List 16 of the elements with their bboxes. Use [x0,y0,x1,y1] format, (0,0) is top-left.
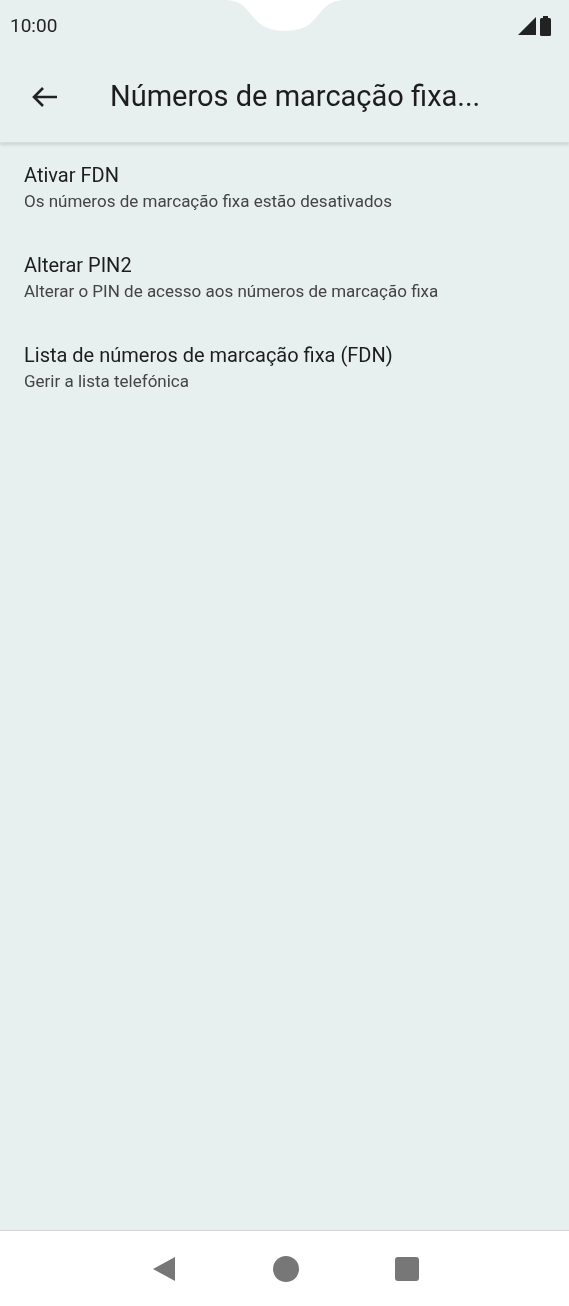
screen-title: Números de marcação fixa... [110,78,481,116]
item-summary: Gerir a lista telefónica [24,370,190,393]
settings-item[interactable]: Ativar FDN Os números de marcação fixa estão desativados [0,143,569,233]
battery-icon [540,16,551,36]
settings-item[interactable]: Lista de números de marcação fixa (FDN) Gerir a lista telefónica [0,323,569,413]
item-summary: Os números de marcação fixa estão desativados [24,190,393,213]
item-title: Lista de números de marcação fixa (FDN) [24,342,394,369]
item-summary: Alterar o PIN de acesso aos números de marcação fixa [24,280,440,303]
signal-icon [518,17,536,35]
home-nav-icon[interactable] [272,1255,299,1282]
recents-nav-icon[interactable] [394,1256,419,1281]
back-arrow-icon [32,86,58,108]
item-title: Alterar PIN2 [24,252,133,279]
item-title: Ativar FDN [24,162,120,189]
status-time: 10:00 [10,12,58,39]
settings-item[interactable]: Alterar PIN2 Alterar o PIN de acesso aos números de marcação fixa [0,233,569,323]
